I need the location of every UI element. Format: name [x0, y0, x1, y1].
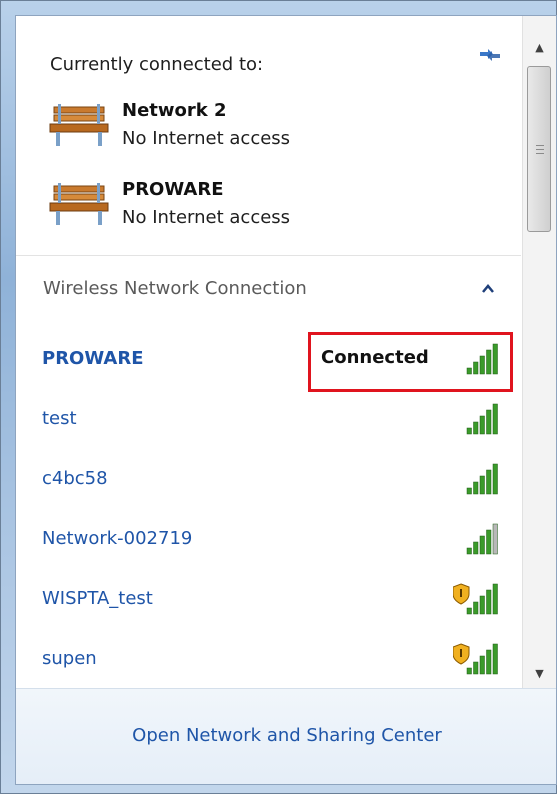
signal-bar — [466, 427, 472, 435]
secured-signal-strength-icon — [453, 583, 498, 615]
scroll-down-arrow-icon[interactable]: ▼ — [523, 658, 556, 688]
secured-signal-strength-icon — [453, 643, 498, 675]
signal-strength-icon — [466, 403, 498, 435]
wireless-section-label: Wireless Network Connection — [43, 278, 307, 299]
wireless-network-name: WISPTA_test — [42, 588, 153, 609]
signal-bar — [486, 469, 492, 495]
signal-bar — [479, 475, 485, 495]
scroll-up-arrow-icon[interactable]: ▲ — [523, 32, 556, 62]
wireless-network-name: PROWARE — [42, 348, 144, 369]
signal-bar — [473, 421, 479, 435]
flyout-footer: Open Network and Sharing Center — [16, 688, 556, 784]
signal-strength-icon — [466, 463, 498, 495]
wireless-network-name: Network-002719 — [42, 528, 193, 549]
connection-name: PROWARE — [122, 179, 224, 200]
wireless-network-name: supen — [42, 648, 97, 669]
signal-bar — [492, 523, 498, 555]
signal-bar — [466, 487, 472, 495]
signal-bar — [466, 607, 472, 615]
signal-bar — [492, 583, 498, 615]
signal-bar — [473, 601, 479, 615]
section-divider — [16, 255, 521, 256]
chevron-up-icon[interactable] — [480, 282, 496, 296]
wireless-network-item[interactable]: supen — [16, 632, 521, 688]
connection-name: Network 2 — [122, 100, 227, 121]
signal-strength-icon — [466, 523, 498, 555]
connection-item-network-2: Network 2 No Internet access — [48, 100, 508, 160]
wireless-network-item[interactable]: Network-002719 — [16, 512, 521, 570]
signal-bar — [473, 481, 479, 495]
signal-bar — [473, 661, 479, 675]
signal-bar — [479, 415, 485, 435]
signal-bar — [466, 547, 472, 555]
open-network-sharing-center-link[interactable]: Open Network and Sharing Center — [16, 725, 556, 746]
signal-bar — [479, 595, 485, 615]
wireless-network-item[interactable]: WISPTA_test — [16, 572, 521, 630]
wireless-network-item[interactable]: test — [16, 392, 521, 450]
signal-bar — [492, 643, 498, 675]
network-flyout: Currently connected to: Network 2 No Int… — [15, 15, 557, 785]
bench-network-icon — [49, 183, 109, 225]
vertical-scrollbar[interactable]: ▲ ▼ — [522, 16, 556, 688]
scrollbar-thumb[interactable] — [527, 66, 551, 232]
wireless-network-item[interactable]: c4bc58 — [16, 452, 521, 510]
connected-highlight-box — [308, 332, 513, 392]
wireless-network-name: c4bc58 — [42, 468, 108, 489]
connection-item-proware: PROWARE No Internet access — [48, 179, 508, 239]
wireless-network-name: test — [42, 408, 77, 429]
signal-bar — [479, 655, 485, 675]
signal-bar — [466, 667, 472, 675]
signal-bar — [473, 541, 479, 555]
currently-connected-label: Currently connected to: — [50, 54, 264, 75]
signal-bar — [486, 409, 492, 435]
signal-bar — [492, 403, 498, 435]
signal-bar — [486, 589, 492, 615]
window-frame: Currently connected to: Network 2 No Int… — [0, 0, 557, 794]
signal-bar — [479, 535, 485, 555]
connection-status: No Internet access — [122, 207, 291, 228]
signal-bar — [492, 463, 498, 495]
bench-network-icon — [49, 104, 109, 146]
refresh-connections-icon[interactable] — [477, 44, 503, 66]
signal-bar — [486, 649, 492, 675]
connection-status: No Internet access — [122, 128, 291, 149]
signal-bar — [486, 529, 492, 555]
